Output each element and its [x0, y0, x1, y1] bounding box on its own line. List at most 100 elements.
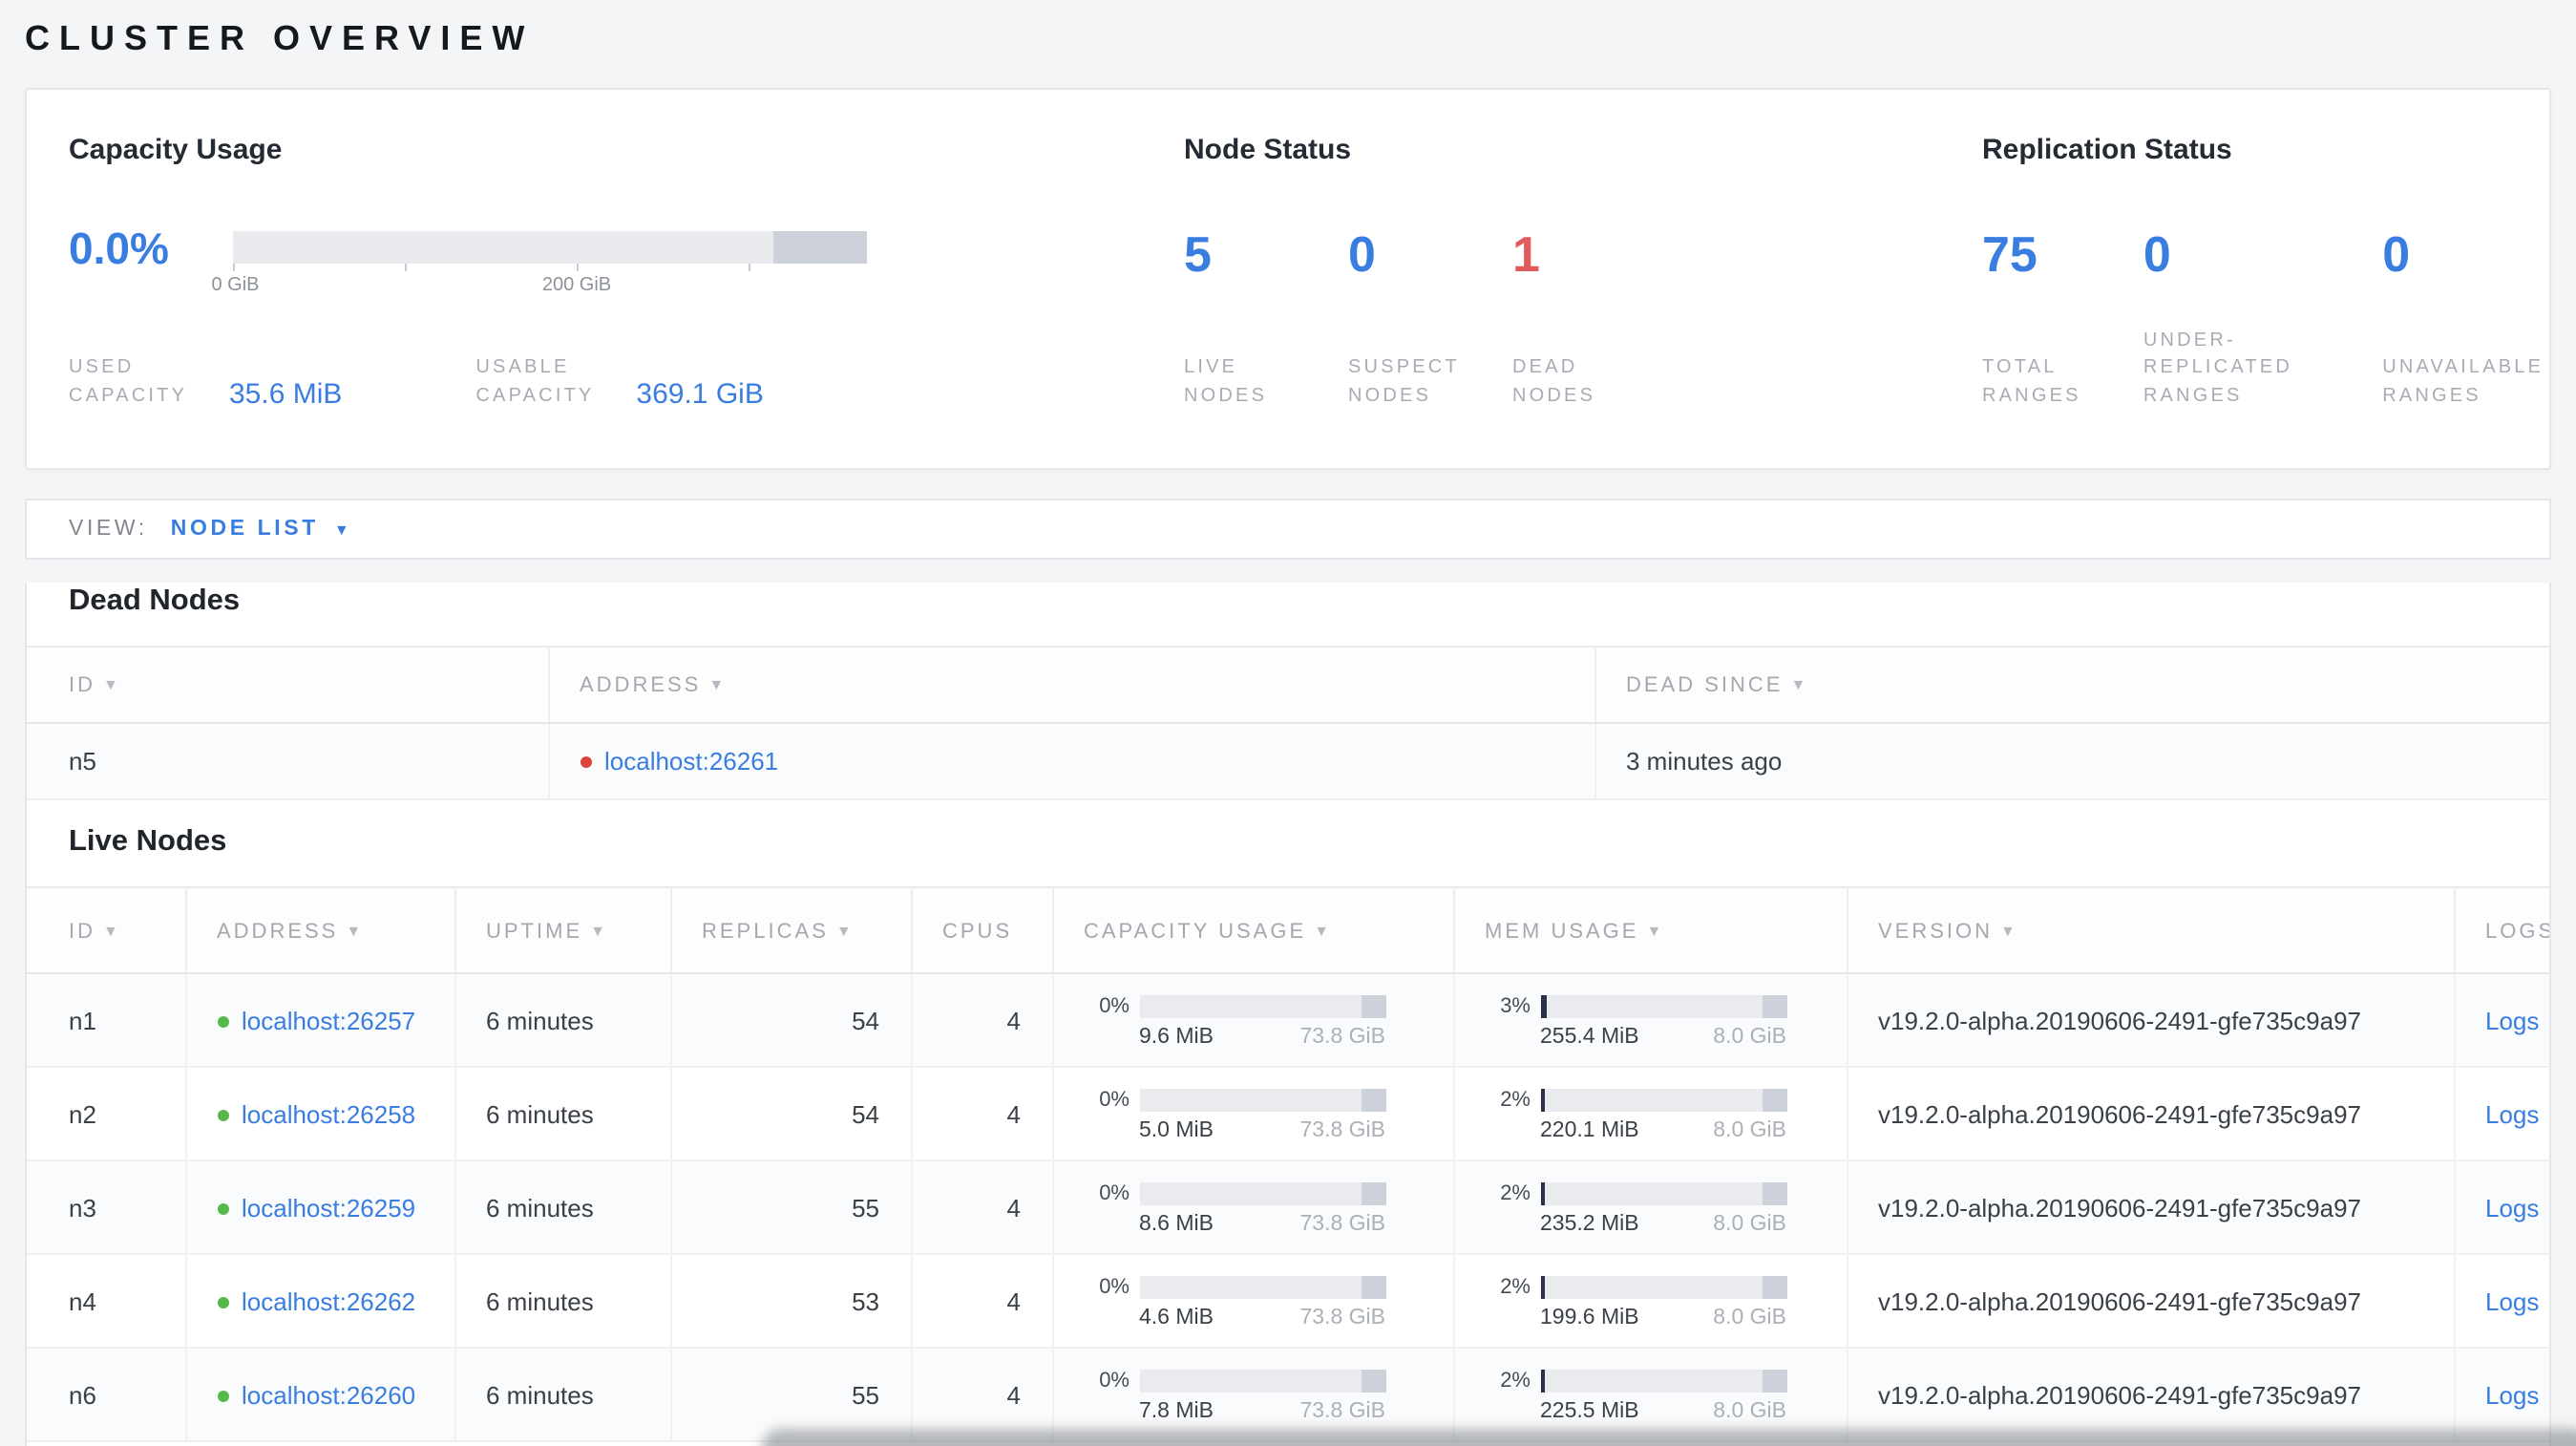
cell-node-id: n2 [27, 1067, 186, 1161]
mem-mini-bar [1540, 1369, 1786, 1392]
cell-uptime: 6 minutes [454, 1067, 671, 1161]
cell-replicas: 55 [670, 1348, 912, 1442]
capacity-total-value: 73.8 GiB [1299, 1212, 1386, 1235]
header-dead-since[interactable]: DEAD SINCE ▼ [1594, 646, 2549, 724]
capacity-used-value: 5.0 MiB [1139, 1118, 1214, 1141]
cell-version: v19.2.0-alpha.20190606-2491-gfe735c9a97 [1847, 1348, 2455, 1442]
node-address-link[interactable]: localhost:26258 [242, 1099, 415, 1128]
header-capacity-usage[interactable]: CAPACITY USAGE ▼ [1052, 886, 1454, 974]
capacity-axis-ticks [233, 264, 867, 273]
axis-label-zero: 0 GiB [211, 275, 260, 296]
header-replicas[interactable]: REPLICAS ▼ [670, 886, 912, 974]
cell-uptime: 6 minutes [454, 1160, 671, 1255]
replication-status-title: Replication Status [1982, 134, 2232, 166]
sort-icon: ▼ [1790, 676, 1809, 693]
logs-link[interactable]: Logs [2485, 1099, 2539, 1128]
cell-replicas: 55 [670, 1160, 912, 1255]
mem-mini-bar [1540, 1181, 1786, 1204]
header-version[interactable]: VERSION ▼ [1847, 886, 2455, 974]
header-id[interactable]: ID ▼ [27, 886, 186, 974]
node-dead-status-icon [580, 756, 591, 768]
header-uptime[interactable]: UPTIME ▼ [454, 886, 671, 974]
logs-link[interactable]: Logs [2485, 1006, 2539, 1034]
cell-logs: Logs [2454, 973, 2549, 1068]
live-nodes-stat: 5 LIVE NODES [1184, 170, 1348, 468]
capacity-used-value: 8.6 MiB [1139, 1212, 1214, 1235]
node-address-link[interactable]: localhost:26257 [242, 1006, 415, 1034]
node-address-link[interactable]: localhost:26260 [242, 1380, 415, 1409]
bar-endcap [1361, 1369, 1385, 1392]
mem-percent-label: 2% [1500, 1369, 1531, 1392]
logs-link[interactable]: Logs [2485, 1287, 2539, 1315]
live-nodes-label: LIVE NODES [1184, 357, 1268, 406]
total-ranges-stat: 75 TOTAL RANGES [1982, 170, 2143, 468]
live-node-row: n1 localhost:26257 6 minutes 54 4 0% 9.6… [27, 973, 2549, 1068]
capacity-mini-bar [1139, 994, 1385, 1017]
usable-capacity-label: USABLE CAPACITY [475, 357, 595, 406]
total-ranges-label: TOTAL RANGES [1982, 357, 2081, 406]
node-address-link[interactable]: localhost:26261 [604, 747, 778, 776]
capacity-total-value: 73.8 GiB [1299, 1399, 1386, 1422]
header-id[interactable]: ID ▼ [27, 646, 549, 724]
cell-uptime: 6 minutes [454, 1254, 671, 1349]
cell-node-address: localhost:26258 [185, 1067, 455, 1161]
view-label: VIEW: [69, 518, 148, 541]
logs-link[interactable]: Logs [2485, 1380, 2539, 1409]
sort-icon: ▼ [590, 923, 608, 940]
capacity-used-value: 7.8 MiB [1139, 1399, 1214, 1422]
cell-logs: Logs [2454, 1254, 2549, 1349]
capacity-mini-bar [1139, 1369, 1385, 1392]
live-node-row: n4 localhost:26262 6 minutes 53 4 0% 4.6… [27, 1254, 2549, 1349]
node-live-status-icon [217, 1109, 228, 1120]
mem-used-value: 255.4 MiB [1540, 1025, 1639, 1048]
capacity-chart-block: 0.0% 0 GiB 200 GiB [69, 225, 1184, 302]
header-address[interactable]: ADDRESS ▼ [185, 886, 455, 974]
cell-node-id: n1 [27, 973, 186, 1068]
header-mem-usage[interactable]: MEM USAGE ▼ [1453, 886, 1848, 974]
window-edge-shadow [762, 1429, 2576, 1446]
logs-link[interactable]: Logs [2485, 1193, 2539, 1222]
cell-node-address: localhost:26259 [185, 1160, 455, 1255]
view-selector-bar: VIEW: NODE LIST ▼ [25, 499, 2551, 560]
mem-percent-label: 2% [1500, 1275, 1531, 1298]
sort-icon: ▼ [103, 923, 121, 940]
bar-endcap [1762, 994, 1786, 1017]
under-replicated-stat: 0 UNDER-REPLICATED RANGES [2143, 170, 2382, 468]
header-address[interactable]: ADDRESS ▼ [548, 646, 1595, 724]
dead-table-header-row: ID ▼ ADDRESS ▼ DEAD SINCE ▼ [27, 646, 2549, 724]
cell-version: v19.2.0-alpha.20190606-2491-gfe735c9a97 [1847, 1160, 2455, 1255]
node-address-link[interactable]: localhost:26259 [242, 1193, 415, 1222]
header-cpus: CPUS [911, 886, 1053, 974]
cell-mem-usage: 3% 255.4 MiB 8.0 GiB [1453, 973, 1848, 1068]
used-capacity-value: 35.6 MiB [229, 377, 343, 411]
used-capacity-label: USED CAPACITY [69, 357, 188, 406]
cell-node-id: n6 [27, 1348, 186, 1442]
replication-status-panel: Replication Status 75 TOTAL RANGES 0 UND… [1982, 132, 2549, 468]
capacity-percent-label: 0% [1099, 1181, 1130, 1204]
cell-uptime: 6 minutes [454, 1348, 671, 1442]
sort-icon: ▼ [1314, 923, 1332, 940]
cell-logs: Logs [2454, 1160, 2549, 1255]
sort-icon: ▼ [2000, 923, 2018, 940]
cluster-overview-page: CLUSTER OVERVIEW Capacity Usage 0.0% 0 G… [0, 0, 2576, 1446]
suspect-nodes-count: 0 [1348, 225, 1376, 283]
sort-icon: ▼ [708, 676, 728, 693]
mem-total-value: 8.0 GiB [1713, 1212, 1786, 1235]
mem-total-value: 8.0 GiB [1713, 1118, 1786, 1141]
node-status-stats: 5 LIVE NODES 0 SUSPECT NODES 1 DEAD NODE… [1184, 170, 1982, 468]
mem-mini-bar [1540, 994, 1786, 1017]
mem-used-value: 199.6 MiB [1540, 1306, 1639, 1329]
cell-capacity-usage: 0% 7.8 MiB 73.8 GiB [1052, 1348, 1454, 1442]
cell-capacity-usage: 0% 9.6 MiB 73.8 GiB [1052, 973, 1454, 1068]
sort-icon: ▼ [346, 923, 365, 940]
page-title: CLUSTER OVERVIEW [25, 19, 535, 57]
bar-endcap [1762, 1181, 1786, 1204]
chevron-down-icon: ▼ [333, 521, 353, 538]
bar-endcap [1361, 1181, 1385, 1204]
node-address-link[interactable]: localhost:26262 [242, 1287, 415, 1315]
sort-icon: ▼ [103, 676, 121, 693]
cell-mem-usage: 2% 225.5 MiB 8.0 GiB [1453, 1348, 1848, 1442]
dead-nodes-label: DEAD NODES [1512, 357, 1596, 406]
bar-endcap [1361, 1275, 1385, 1298]
view-dropdown[interactable]: NODE LIST ▼ [171, 518, 353, 541]
